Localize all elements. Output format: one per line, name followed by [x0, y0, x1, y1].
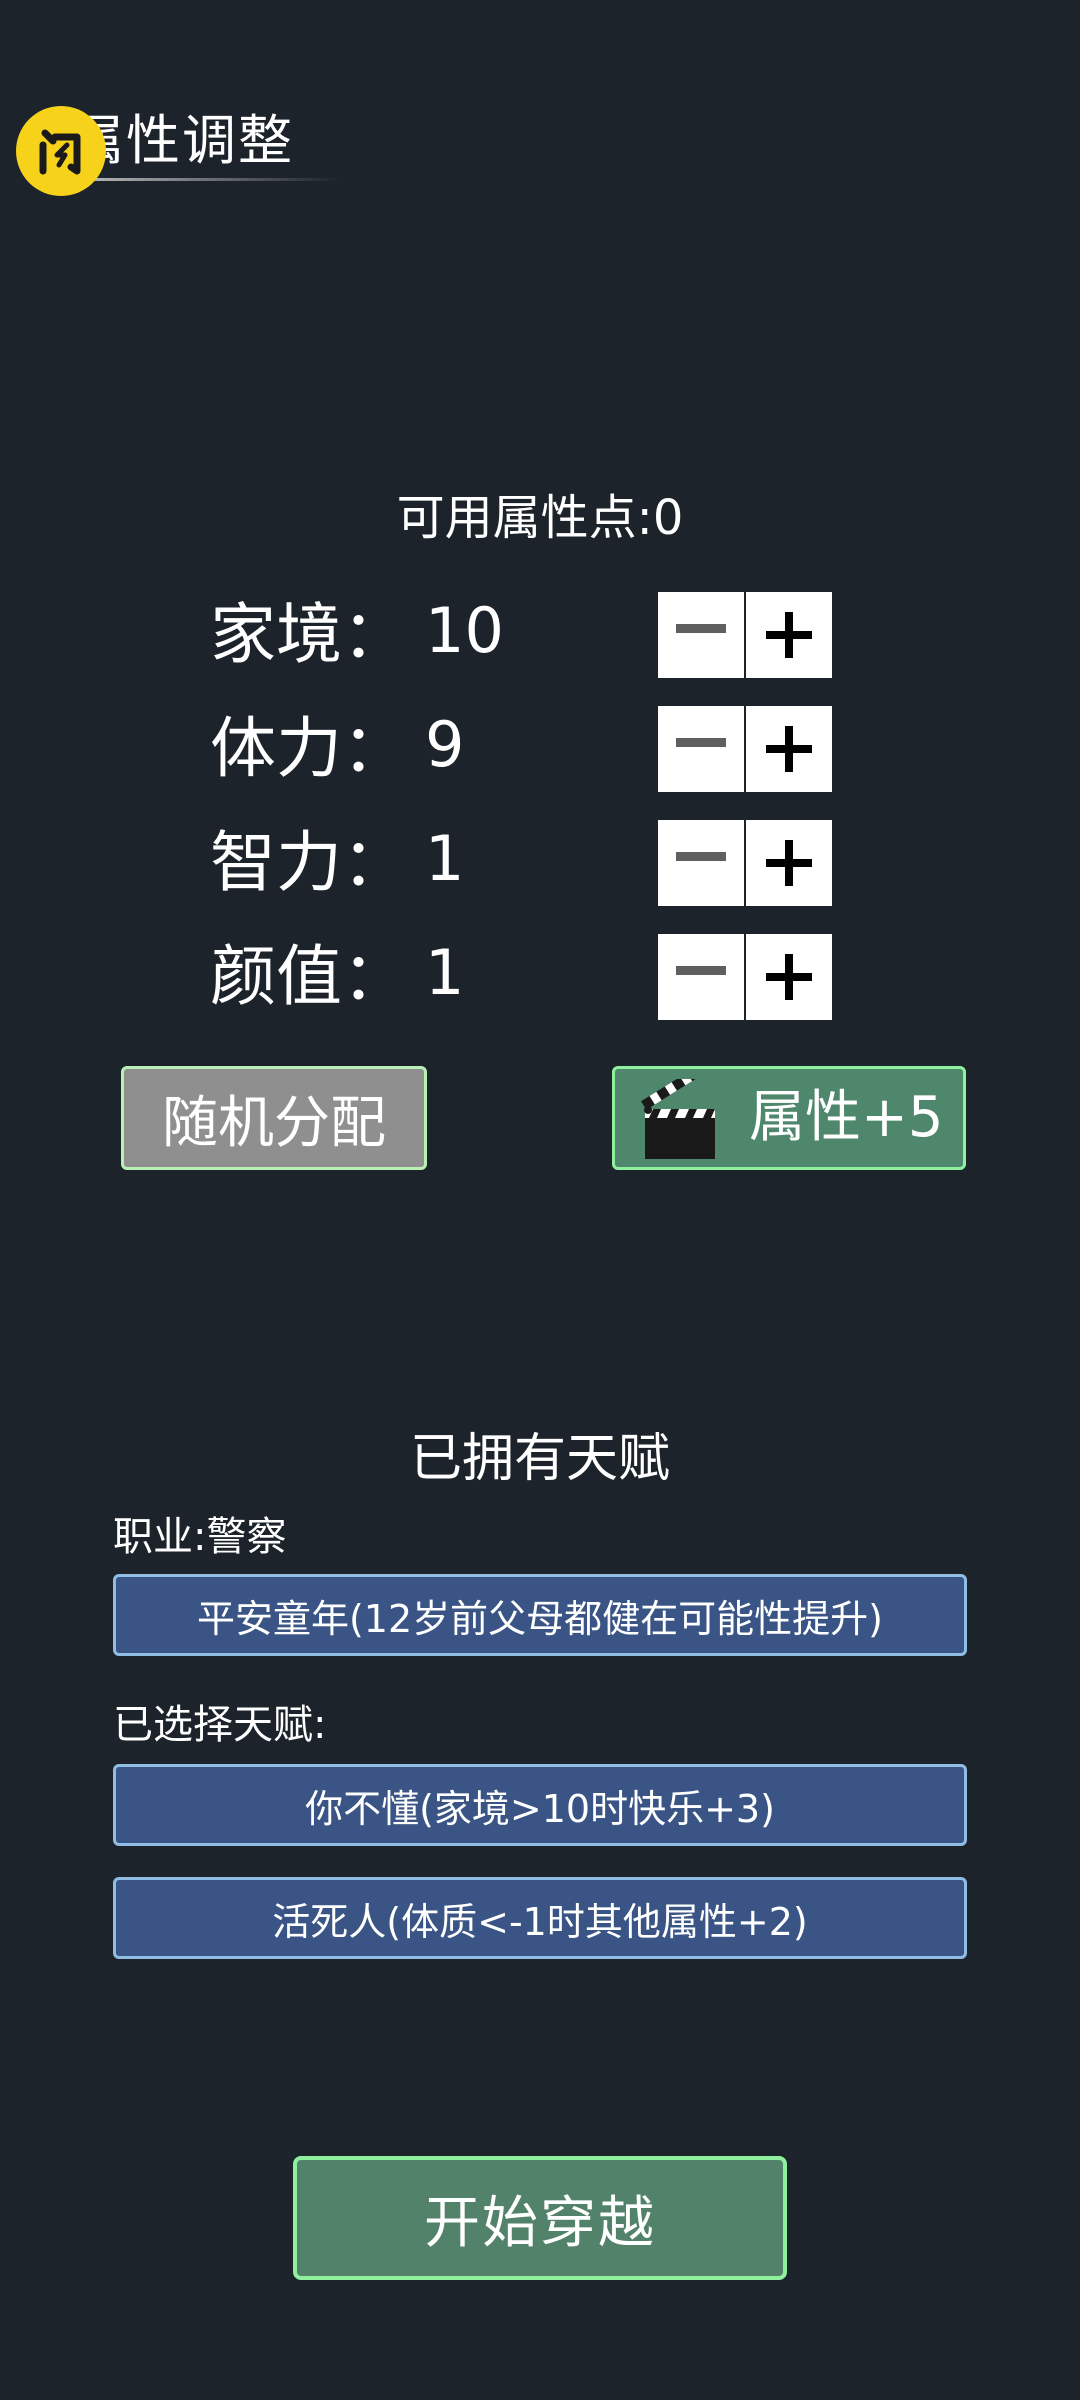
minus-icon	[676, 623, 726, 633]
increase-button[interactable]	[746, 820, 832, 906]
random-allocate-button[interactable]: 随机分配	[121, 1066, 427, 1170]
decrease-button[interactable]	[658, 706, 744, 792]
plus-icon	[766, 612, 812, 658]
attribute-value: 1	[425, 936, 465, 1009]
title-underline	[70, 178, 340, 181]
plus-icon	[766, 840, 812, 886]
plus-icon	[766, 726, 812, 772]
attribute-label: 家境：	[210, 596, 408, 673]
attribute-value: 1	[425, 822, 465, 895]
app-logo-icon	[16, 106, 106, 196]
increase-button[interactable]	[746, 592, 832, 678]
decrease-button[interactable]	[658, 592, 744, 678]
bonus-button-label: 属性+5	[749, 1085, 944, 1150]
plus-icon	[766, 954, 812, 1000]
decrease-button[interactable]	[658, 934, 744, 1020]
attribute-value: 9	[425, 708, 465, 781]
attribute-row-intelligence: 智力： 1	[0, 818, 1080, 908]
attribute-row-stamina: 体力： 9	[0, 704, 1080, 794]
job-label: 职业:警察	[113, 1514, 287, 1560]
minus-icon	[676, 737, 726, 747]
attribute-label: 智力：	[210, 824, 408, 901]
increase-button[interactable]	[746, 706, 832, 792]
clapperboard-icon	[641, 1079, 715, 1159]
decrease-button[interactable]	[658, 820, 744, 906]
attribute-label: 体力：	[210, 710, 408, 787]
increase-button[interactable]	[746, 934, 832, 1020]
selected-talent-card[interactable]: 活死人(体质<-1时其他属性+2)	[113, 1877, 967, 1959]
minus-icon	[676, 851, 726, 861]
selected-talents-label: 已选择天赋:	[113, 1702, 327, 1748]
attribute-value: 10	[425, 594, 504, 667]
attribute-row-looks: 颜值： 1	[0, 932, 1080, 1022]
minus-icon	[676, 965, 726, 975]
attribute-label: 颜值：	[210, 938, 408, 1015]
talents-section-title: 已拥有天赋	[409, 1429, 670, 1489]
selected-talent-card[interactable]: 你不懂(家境>10时快乐+3)	[113, 1764, 967, 1846]
owned-talent-card[interactable]: 平安童年(12岁前父母都健在可能性提升)	[113, 1574, 967, 1656]
available-points: 可用属性点:0	[396, 490, 684, 546]
attribute-adjust-screen: 属性调整 可用属性点:0 家境： 10 体力： 9 智力： 1 颜值： 1 随机…	[0, 0, 1080, 2400]
attribute-bonus-button[interactable]: 属性+5	[612, 1066, 966, 1170]
start-journey-button[interactable]: 开始穿越	[293, 2156, 787, 2280]
attribute-row-family: 家境： 10	[0, 590, 1080, 680]
